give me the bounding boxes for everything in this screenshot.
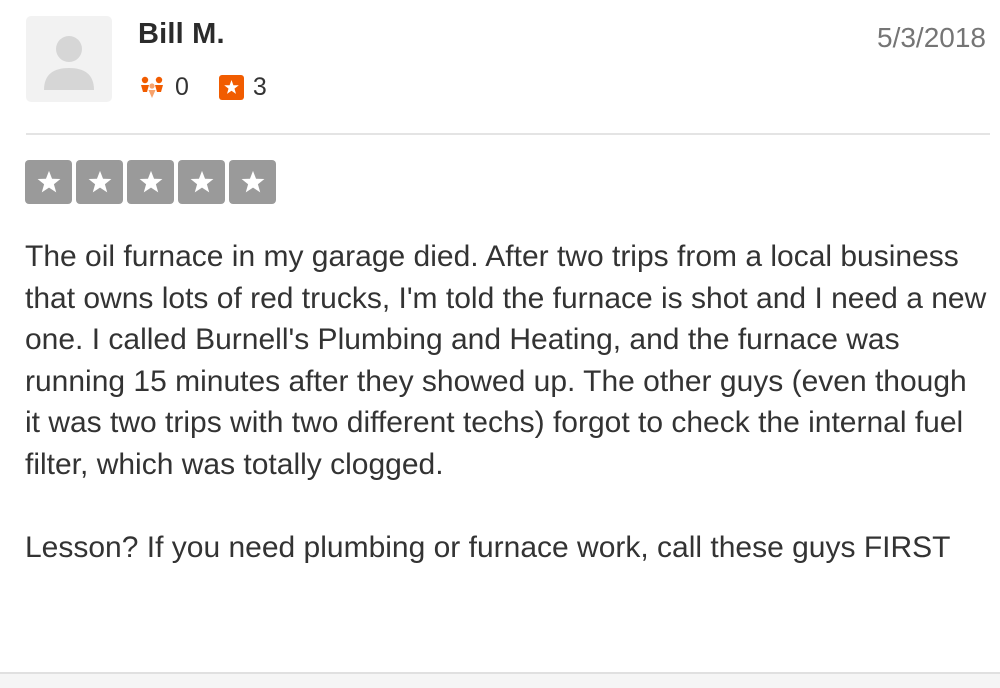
rating-star-4 [178,160,225,204]
review-date: 5/3/2018 [877,22,986,53]
rating-star-2 [76,160,123,204]
star-icon [88,170,111,193]
star-rating [25,160,280,204]
reviews-count: 3 [252,72,267,101]
friends-count: 0 [175,72,189,101]
review-text: The oil furnace in my garage died. After… [25,236,990,568]
review-paragraph: The oil furnace in my garage died. After… [25,240,987,481]
star-icon [139,170,162,193]
user-stats: 0 3 [138,72,267,102]
rating-star-1 [25,160,72,204]
review-card: Bill M. 5/3/2018 0 3 The oil furnace in … [0,0,1000,688]
reviews-stat: 3 [218,72,267,102]
star-icon [37,170,60,193]
review-star-icon [218,74,244,100]
review-paragraph: Lesson? If you need plumbing or furnace … [25,530,951,564]
rating-star-5 [229,160,276,204]
header-divider [26,133,990,135]
friends-stat: 0 [138,73,189,102]
user-name[interactable]: Bill M. [138,18,225,51]
star-icon [241,170,264,193]
user-silhouette-icon [44,36,94,90]
user-avatar[interactable] [26,16,112,102]
rating-star-3 [127,160,174,204]
star-icon [190,170,213,193]
friends-icon [138,74,166,100]
